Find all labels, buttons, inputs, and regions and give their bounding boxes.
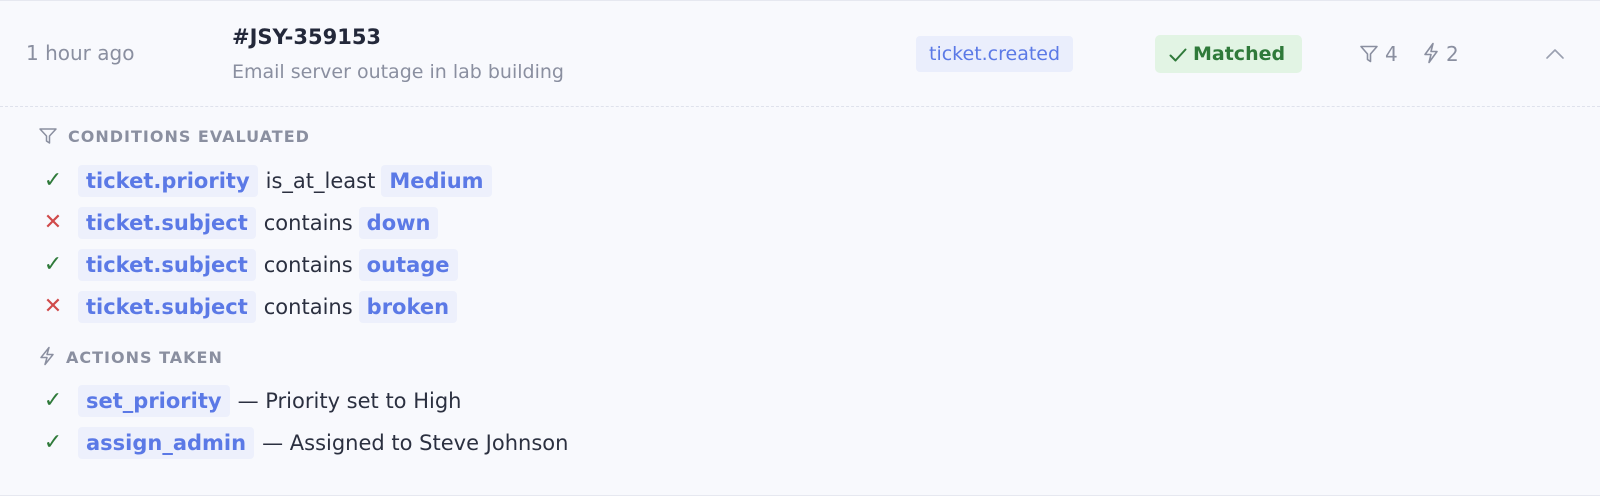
condition-value: outage [358, 249, 458, 281]
condition-operator: contains [263, 295, 353, 319]
status-badge: Matched [1155, 35, 1303, 73]
condition-field: ticket.priority [78, 165, 258, 197]
condition-row: ✓ ticket.subject contains outage [38, 249, 458, 281]
action-name: set_priority [78, 385, 230, 417]
condition-operator: is_at_least [265, 169, 376, 193]
condition-row: ✕ ticket.subject contains down [38, 207, 439, 239]
status-label: Matched [1193, 43, 1286, 65]
condition-field: ticket.subject [78, 249, 256, 281]
condition-value: Medium [381, 165, 492, 197]
condition-operator: contains [263, 211, 353, 235]
condition-value: down [358, 207, 439, 239]
event-type-badge: ticket.created [916, 36, 1074, 72]
action-row: ✓ set_priority — Priority set to High [38, 385, 461, 417]
pass-icon: ✓ [43, 252, 63, 277]
ticket-subject: Email server outage in lab building [232, 61, 564, 83]
pass-icon: ✓ [43, 388, 63, 413]
check-icon [1169, 48, 1187, 62]
lightning-icon [40, 346, 54, 366]
conditions-title-label: CONDITIONS EVALUATED [68, 127, 310, 146]
filter-icon [39, 128, 57, 144]
condition-operator: contains [263, 253, 353, 277]
conditions-count-value: 4 [1385, 42, 1398, 66]
action-description: — Assigned to Steve Johnson [262, 431, 569, 455]
action-name: assign_admin [78, 427, 255, 459]
execution-time: 1 hour ago [26, 41, 135, 65]
condition-row: ✕ ticket.subject contains broken [38, 291, 458, 323]
condition-field: ticket.subject [78, 207, 256, 239]
condition-value: broken [358, 291, 458, 323]
actions-count-value: 2 [1446, 42, 1459, 66]
pass-icon: ✓ [43, 430, 63, 455]
condition-field: ticket.subject [78, 291, 256, 323]
actions-title-label: ACTIONS TAKEN [66, 348, 223, 367]
conditions-count: 4 [1359, 42, 1398, 66]
actions-section-title: ACTIONS TAKEN [38, 346, 223, 367]
condition-row: ✓ ticket.priority is_at_least Medium [38, 165, 492, 197]
collapse-button[interactable] [1543, 44, 1567, 64]
action-row: ✓ assign_admin — Assigned to Steve Johnson [38, 427, 568, 459]
ticket-id-link[interactable]: #JSY-359153 [232, 25, 381, 49]
execution-summary-row[interactable]: 1 hour ago #JSY-359153 Email server outa… [0, 1, 1600, 107]
pass-icon: ✓ [43, 168, 63, 193]
conditions-section-title: CONDITIONS EVALUATED [38, 127, 310, 147]
fail-icon: ✕ [43, 210, 63, 235]
chevron-up-icon [1546, 49, 1564, 59]
fail-icon: ✕ [43, 294, 63, 319]
rule-execution-entry: 1 hour ago #JSY-359153 Email server outa… [0, 0, 1600, 496]
filter-icon [1360, 45, 1378, 63]
lightning-icon [1424, 42, 1438, 64]
action-description: — Priority set to High [237, 389, 462, 413]
actions-count: 2 [1422, 42, 1459, 66]
